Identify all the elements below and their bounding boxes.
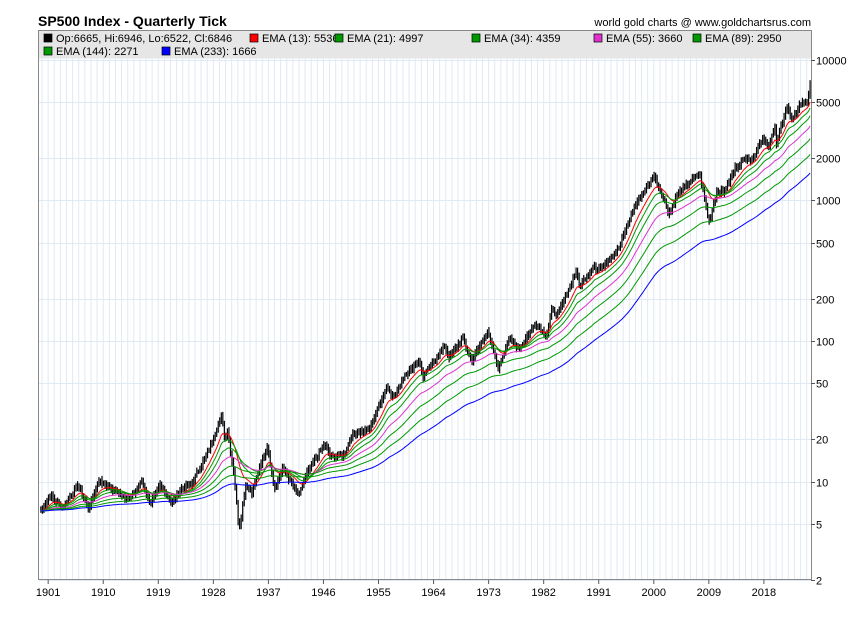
x-tick-label: 1901 [36, 587, 60, 599]
sp500-chart: SP500 Index - Quarterly Tick world gold … [36, 13, 847, 599]
y-tick-label: 2000 [816, 154, 840, 166]
legend-label: EMA (13): 5536 [262, 33, 338, 45]
y-tick-label: 1000 [816, 196, 840, 208]
y-tick-label: 10000 [816, 56, 847, 68]
chart-title: SP500 Index - Quarterly Tick [38, 13, 227, 29]
legend-label: EMA (21): 4997 [347, 33, 423, 45]
legend-swatch [593, 33, 603, 43]
ema-13-line [40, 102, 811, 512]
x-tick-label: 1982 [531, 587, 555, 599]
legend-swatch [161, 46, 171, 56]
legend-label: EMA (233): 1666 [174, 46, 257, 58]
legend-swatch [249, 33, 259, 43]
legend-label: EMA (144): 2271 [56, 46, 139, 58]
legend-label: EMA (55): 3660 [606, 33, 682, 45]
legend-swatch [471, 33, 481, 43]
x-tick-label: 1964 [421, 587, 445, 599]
x-tick-label: 2009 [697, 587, 721, 599]
ema-21-line [40, 107, 811, 512]
y-tick-label: 5 [816, 520, 822, 532]
grid [39, 31, 811, 581]
x-tick-label: 1955 [366, 587, 390, 599]
legend-swatch [334, 33, 344, 43]
chart-credit: world gold charts @ www.goldchartsrus.co… [593, 17, 811, 29]
x-axis: 1901 1910 1919 1928 1937 1946 1955 1964 1973 1982… [36, 580, 776, 599]
ema-lines [40, 102, 811, 512]
x-tick-label: 2000 [642, 587, 666, 599]
x-tick-label: 1991 [586, 587, 610, 599]
legend-swatch [43, 46, 53, 56]
y-axis: 10000 5000 2000 1000 500 200 100 50 20 10 5 2 [811, 56, 847, 588]
x-tick-label: 1946 [311, 587, 335, 599]
price-bars [40, 80, 811, 530]
ema-34-line [40, 115, 811, 512]
y-tick-label: 5000 [816, 98, 840, 110]
ema-55-line [40, 125, 811, 512]
y-tick-label: 50 [816, 379, 828, 391]
x-tick-label: 1928 [201, 587, 225, 599]
y-tick-label: 100 [816, 337, 834, 349]
x-tick-label: 1937 [256, 587, 280, 599]
x-tick-label: 2018 [752, 587, 776, 599]
legend-label: EMA (89): 2950 [705, 33, 781, 45]
x-tick-label: 1919 [146, 587, 170, 599]
y-tick-label: 20 [816, 435, 828, 447]
legend-swatch [692, 33, 702, 43]
y-tick-label: 10 [816, 478, 828, 490]
x-tick-label: 1973 [476, 587, 500, 599]
y-tick-label: 500 [816, 239, 834, 251]
y-tick-label: 2 [816, 576, 822, 588]
legend-label: EMA (34): 4359 [484, 33, 560, 45]
x-tick-label: 1910 [91, 587, 115, 599]
ema-89-line [40, 138, 811, 512]
ema-144-line [40, 154, 811, 512]
legend-label: Op:6665, Hi:6946, Lo:6522, Cl:6846 [56, 33, 232, 45]
y-tick-label: 200 [816, 295, 834, 307]
legend-swatch [43, 33, 53, 43]
